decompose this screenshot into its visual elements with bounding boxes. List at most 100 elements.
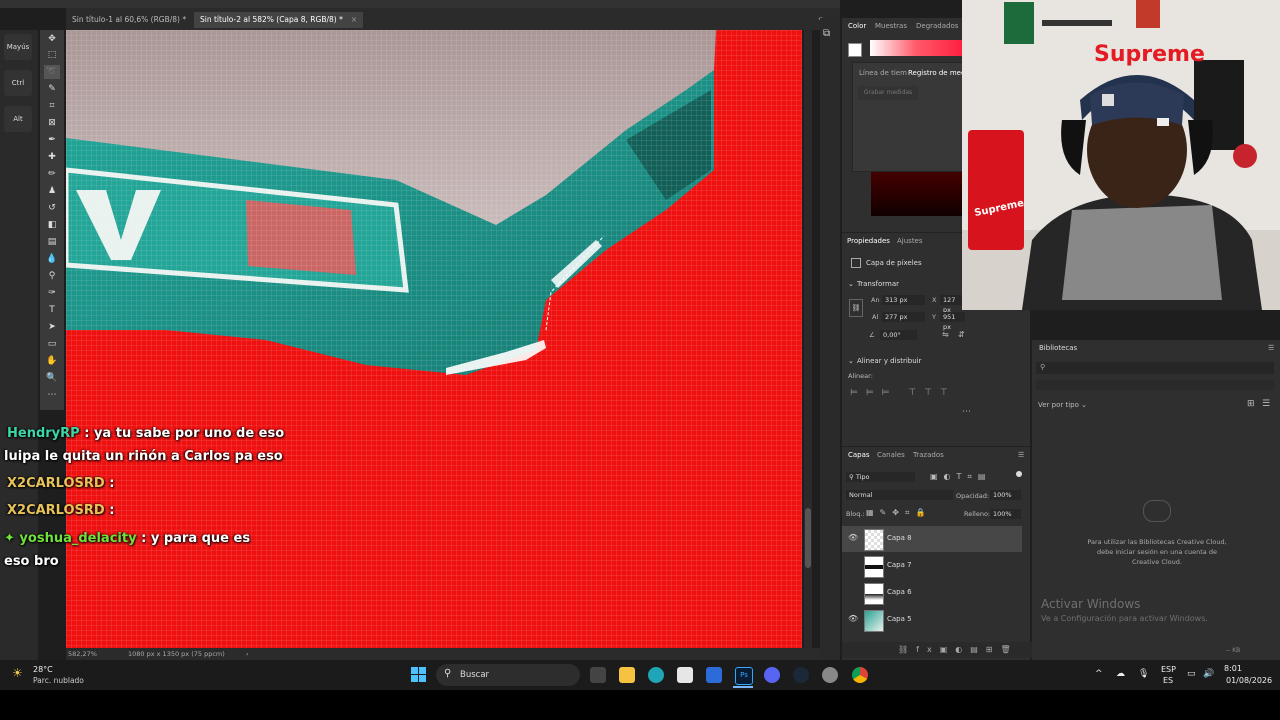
chevron-down-icon[interactable]: ⌄: [848, 280, 854, 288]
edge-browser-icon[interactable]: [648, 667, 664, 683]
chrome-icon[interactable]: [852, 667, 868, 683]
library-select[interactable]: [1036, 380, 1274, 390]
healing-brush-icon[interactable]: ✚: [44, 150, 60, 164]
tab-adjustments[interactable]: Ajustes: [897, 237, 923, 245]
filter-icons[interactable]: ▣◐T⌗▤: [930, 472, 992, 482]
flip-vertical-icon[interactable]: ⇵: [958, 330, 965, 339]
eraser-tool-icon[interactable]: ◧: [44, 218, 60, 232]
speaker-icon[interactable]: 🔊: [1203, 669, 1214, 679]
close-icon[interactable]: ×: [351, 15, 357, 24]
angle-field[interactable]: 0,00°: [880, 330, 917, 340]
marquee-tool-icon[interactable]: ⬚: [44, 48, 60, 62]
doc-tab-2[interactable]: Sin título-2 al 582% (Capa 8, RGB/8) * ×: [194, 12, 364, 28]
tab-color[interactable]: Color: [848, 22, 866, 30]
zoom-readout[interactable]: 582,27%: [68, 648, 97, 660]
y-field[interactable]: 951 px: [940, 312, 965, 331]
file-explorer-icon[interactable]: [619, 667, 635, 683]
tab-properties[interactable]: Propiedades: [847, 237, 890, 245]
layer-row[interactable]: Capa 6: [842, 580, 1022, 606]
tab-paths[interactable]: Trazados: [913, 451, 944, 459]
record-measurements-button[interactable]: Grabar medidas: [858, 86, 918, 100]
shift-key-button[interactable]: Mayús: [4, 34, 32, 60]
shape-tool-icon[interactable]: ▭: [44, 337, 60, 351]
view-by-type-select[interactable]: Ver por tipo ⌄: [1038, 401, 1087, 409]
layer-row[interactable]: Capa 7: [842, 553, 1022, 579]
tab-layers[interactable]: Capas: [848, 451, 870, 459]
clock-date[interactable]: 01/08/2026: [1226, 676, 1272, 685]
hand-tool-icon[interactable]: ✋: [44, 354, 60, 368]
network-icon[interactable]: ▭: [1187, 669, 1196, 679]
weather-desc[interactable]: Parc. nublado: [33, 676, 84, 685]
language-code[interactable]: ESP: [1161, 665, 1176, 674]
link-icon[interactable]: ⛓: [849, 299, 863, 317]
chevron-up-icon[interactable]: ^: [1095, 669, 1103, 679]
chevron-down-icon[interactable]: ⌄: [848, 357, 854, 365]
document-canvas[interactable]: [66, 30, 802, 648]
stamp-tool-icon[interactable]: ♟: [44, 184, 60, 198]
brush-tool-icon[interactable]: ✏: [44, 167, 60, 181]
move-tool-icon[interactable]: ✥: [44, 32, 60, 46]
dodge-tool-icon[interactable]: ⚲: [44, 269, 60, 283]
flip-horizontal-icon[interactable]: ⇋: [942, 330, 949, 339]
list-view-icon[interactable]: ☰: [1262, 399, 1270, 409]
ctrl-key-button[interactable]: Ctrl: [4, 70, 32, 96]
layer-row[interactable]: 👁 Capa 8: [842, 526, 1022, 552]
mail-icon[interactable]: [706, 667, 722, 683]
panel-menu-icon[interactable]: ☰: [1018, 451, 1024, 459]
fill-field[interactable]: 100%: [990, 509, 1021, 519]
store-icon[interactable]: [677, 667, 693, 683]
photoshop-icon[interactable]: Ps: [735, 667, 753, 685]
eye-icon[interactable]: 👁: [848, 533, 858, 542]
tab-channels[interactable]: Canales: [877, 451, 905, 459]
panel-menu-icon[interactable]: ☰: [1268, 344, 1274, 352]
task-view-icon[interactable]: [590, 667, 606, 683]
pen-tool-icon[interactable]: ✑: [44, 286, 60, 300]
width-field[interactable]: 313 px: [882, 295, 925, 305]
obs-icon[interactable]: [822, 667, 838, 683]
discord-icon[interactable]: [764, 667, 780, 683]
eyedropper-icon[interactable]: ✒: [44, 133, 60, 147]
frame-tool-icon[interactable]: ⊠: [44, 116, 60, 130]
taskbar-search[interactable]: ⚲ Buscar: [436, 664, 580, 686]
alt-key-button[interactable]: Alt: [4, 106, 32, 132]
more-tools-icon[interactable]: ⋯: [44, 388, 60, 402]
language-layout[interactable]: ES: [1163, 676, 1173, 685]
foreground-swatch[interactable]: [848, 43, 862, 57]
weather-icon[interactable]: ☀: [12, 666, 23, 680]
tab-measurement-log[interactable]: Registro de medi: [908, 69, 967, 77]
library-search-input[interactable]: ⚲: [1036, 362, 1274, 374]
windows-start-icon[interactable]: [411, 667, 427, 683]
clock-time[interactable]: 8:01: [1224, 664, 1242, 673]
doc-tab-1[interactable]: Sin título-1 al 60,6% (RGB/8) *×: [66, 12, 206, 28]
more-icon[interactable]: ⋯: [962, 407, 971, 417]
gradient-tool-icon[interactable]: ▤: [44, 235, 60, 249]
align-buttons-icon[interactable]: ⊨⊨⊨ ⊤⊤⊤: [850, 388, 956, 398]
blend-mode-select[interactable]: Normal: [846, 490, 953, 500]
steam-icon[interactable]: [793, 667, 809, 683]
quick-select-icon[interactable]: ✎: [44, 82, 60, 96]
color-ramp[interactable]: [870, 40, 962, 56]
opacity-field[interactable]: 100%: [990, 490, 1021, 500]
status-arrow-icon[interactable]: ›: [246, 648, 249, 660]
history-brush-icon[interactable]: ↺: [44, 201, 60, 215]
layer-filter-select[interactable]: ⚲ Tipo: [846, 472, 915, 482]
filter-toggle[interactable]: [1016, 471, 1022, 477]
weather-temp[interactable]: 28°C: [33, 665, 53, 674]
lasso-tool-icon[interactable]: ➰: [44, 65, 60, 79]
cloud-icon[interactable]: ☁: [1116, 669, 1125, 679]
type-tool-icon[interactable]: T: [44, 303, 60, 317]
tab-timeline[interactable]: Línea de tiem: [859, 69, 907, 77]
grid-view-icon[interactable]: ⊞: [1247, 399, 1255, 409]
height-field[interactable]: 277 px: [882, 312, 925, 322]
panel-dock-icon[interactable]: ⧉: [823, 28, 830, 39]
layer-row[interactable]: 👁 Capa 5: [842, 607, 1022, 633]
crop-tool-icon[interactable]: ⌗: [44, 99, 60, 113]
eye-icon[interactable]: 👁: [848, 614, 858, 623]
lock-icons[interactable]: ▦✎✥⌗🔒: [866, 508, 931, 518]
microphone-icon[interactable]: 🎙: [1138, 669, 1149, 679]
zoom-tool-icon[interactable]: 🔍: [44, 371, 60, 385]
tab-swatches[interactable]: Muestras: [875, 22, 907, 30]
path-select-icon[interactable]: ➤: [44, 320, 60, 334]
scrollbar-thumb[interactable]: [805, 508, 811, 568]
blur-tool-icon[interactable]: 💧: [44, 252, 60, 266]
